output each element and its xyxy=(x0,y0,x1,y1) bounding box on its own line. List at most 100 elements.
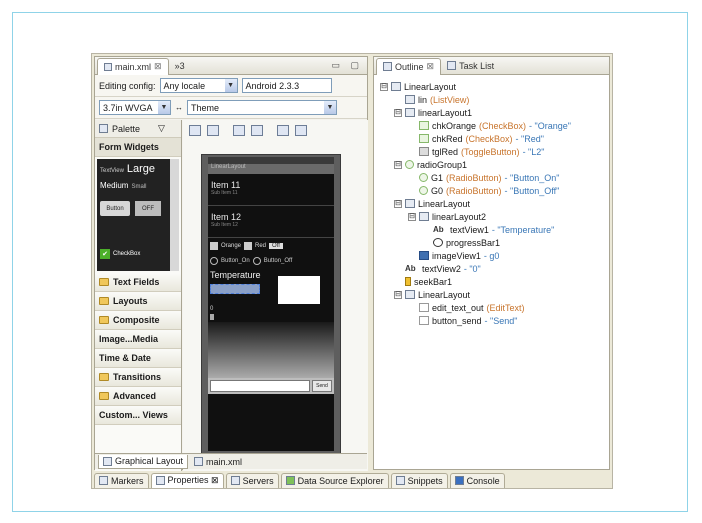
palette-section-advanced[interactable]: Advanced xyxy=(95,387,181,406)
servers-icon xyxy=(230,476,240,485)
tab-markers[interactable]: Markers xyxy=(94,472,149,488)
radio-button-off[interactable] xyxy=(252,257,261,265)
orientation-icon[interactable]: ↔ xyxy=(175,103,183,112)
outline-node[interactable]: tglRed (ToggleButton) - "L2" xyxy=(380,145,609,158)
node-name: edit_text_out xyxy=(432,302,484,313)
layout-toggle-icon[interactable] xyxy=(189,124,201,136)
tab-outline[interactable]: Outline ⊠ xyxy=(376,57,442,75)
edit-text-out[interactable] xyxy=(210,380,310,392)
api-level-field[interactable]: Android 2.3.3 xyxy=(241,78,332,93)
progress-bar[interactable] xyxy=(210,284,260,294)
close-icon[interactable]: ⊠ xyxy=(427,61,435,72)
medium-sample[interactable]: Medium xyxy=(100,181,128,190)
window-controls[interactable]: ▭ ▢ xyxy=(331,60,363,71)
node-name: radioGroup1 xyxy=(417,159,468,170)
small-sample[interactable]: Small xyxy=(131,184,146,190)
tab-console[interactable]: Console xyxy=(449,472,505,488)
palette-section-text-fields[interactable]: Text Fields xyxy=(95,273,181,292)
widget-icon xyxy=(419,134,429,143)
chevron-down-icon: ▼ xyxy=(158,101,170,114)
radio-button-on[interactable] xyxy=(210,257,218,265)
outline-node[interactable]: button_send - "Send" xyxy=(380,314,609,327)
tab-overflow[interactable]: »3 xyxy=(169,57,191,74)
layout-toggle-icon[interactable] xyxy=(207,124,219,136)
zoom-icon[interactable] xyxy=(295,124,307,136)
device-select[interactable]: 3.7in WVGA ▼ xyxy=(99,100,171,115)
close-icon[interactable]: ⊠ xyxy=(154,61,162,72)
collapse-toggle-icon[interactable]: ⊟ xyxy=(380,82,388,91)
tab-graphical-layout[interactable]: Graphical Layout xyxy=(98,454,189,469)
outline-node[interactable]: chkOrange (CheckBox) - "Orange" xyxy=(380,119,609,132)
list-item-title: Item 12 xyxy=(211,212,242,222)
view-tab-bar: Markers Properties ⊠ Servers Data Source… xyxy=(94,472,610,488)
fill-height-icon[interactable] xyxy=(251,124,263,136)
outline-node[interactable]: ⊟ linearLayout1 xyxy=(380,106,609,119)
outline-node[interactable]: G0 (RadioButton) - "Button_Off" xyxy=(380,184,609,197)
palette-section-layouts[interactable]: Layouts xyxy=(95,292,181,311)
send-row: Send xyxy=(208,378,334,394)
palette-scrollbar[interactable] xyxy=(170,159,179,271)
tab-servers[interactable]: Servers xyxy=(225,472,279,488)
toggle-sample[interactable]: OFF xyxy=(135,201,161,216)
section-label: Transitions xyxy=(113,372,162,382)
palette-section-transitions[interactable]: Transitions xyxy=(95,368,181,387)
large-sample[interactable]: Large xyxy=(127,163,155,175)
checkbox-red[interactable] xyxy=(244,242,253,250)
outline-node[interactable]: ⊟ LinearLayout xyxy=(380,288,609,301)
outline-node[interactable]: imageView1- g0 xyxy=(380,249,609,262)
palette-section-time-date[interactable]: Time & Date xyxy=(95,349,181,368)
collapse-toggle-icon[interactable]: ⊟ xyxy=(394,290,402,299)
collapse-toggle-icon[interactable]: ⊟ xyxy=(394,160,402,169)
tab-snippets[interactable]: Snippets xyxy=(390,472,448,488)
locale-select[interactable]: Any locale ▼ xyxy=(159,78,238,93)
canvas-toolbar xyxy=(183,120,368,140)
palette-section-images-media[interactable]: Image...Media xyxy=(95,330,181,349)
outline-node[interactable]: ⊟ LinearLayout xyxy=(380,80,609,93)
node-name: G1 xyxy=(431,172,444,183)
collapse-toggle-icon[interactable]: ⊟ xyxy=(394,199,402,208)
outline-node[interactable]: Ab textView2- "0" xyxy=(380,262,609,275)
device-preview[interactable]: LinearLayout Item 11 Sub Item 11 Item 12… xyxy=(201,154,341,454)
palette-section-custom-views[interactable]: Custom... Views xyxy=(95,406,181,425)
tab-task-list[interactable]: Task List xyxy=(441,57,500,74)
palette-section-composite[interactable]: Composite xyxy=(95,311,181,330)
widget-icon xyxy=(405,160,414,169)
outline-node[interactable]: progressBar1 xyxy=(380,236,609,249)
checkbox-orange[interactable] xyxy=(210,242,218,250)
list-item[interactable]: Item 12 Sub Item 12 xyxy=(208,206,334,238)
list-item[interactable]: Item 11 Sub Item 11 xyxy=(208,174,334,206)
palette-section-form-widgets[interactable]: Form Widgets xyxy=(95,138,181,157)
outline-node[interactable]: chkRed (CheckBox) - "Red" xyxy=(380,132,609,145)
outline-node[interactable]: seekBar1 xyxy=(380,275,609,288)
button-sample[interactable]: Button xyxy=(100,201,130,216)
tab-properties[interactable]: Properties ⊠ xyxy=(150,472,224,488)
tab-main-xml[interactable]: main.xml ⊠ xyxy=(97,57,169,75)
send-button[interactable]: Send xyxy=(312,380,332,392)
fill-width-icon[interactable] xyxy=(233,124,245,136)
image-view[interactable] xyxy=(278,276,320,304)
outline-node[interactable]: lin (ListView) xyxy=(380,93,609,106)
node-name: seekBar1 xyxy=(414,276,453,287)
section-label: Layouts xyxy=(113,296,148,306)
collapse-toggle-icon[interactable]: ⊟ xyxy=(394,108,402,117)
section-label: Text Fields xyxy=(113,277,160,287)
palette-header[interactable]: Palette ▽ xyxy=(95,120,181,138)
outline-node[interactable]: ⊟ LinearLayout xyxy=(380,197,609,210)
tab-data-source-explorer[interactable]: Data Source Explorer xyxy=(280,472,389,488)
outline-node[interactable]: edit_text_out (EditText) xyxy=(380,301,609,314)
grid-icon[interactable] xyxy=(277,124,289,136)
seek-bar[interactable] xyxy=(210,314,214,320)
outline-node[interactable]: ⊟ radioGroup1 xyxy=(380,158,609,171)
toggle-button[interactable]: Off xyxy=(269,243,283,249)
outline-pane: Outline ⊠ Task List ⊟ LinearLayout lin (Lis… xyxy=(373,56,610,470)
outline-node[interactable]: G1 (RadioButton) - "Button_On" xyxy=(380,171,609,184)
textview-sample[interactable]: TextView xyxy=(100,168,124,174)
tab-main-xml-source[interactable]: main.xml xyxy=(190,455,246,469)
collapse-toggle-icon[interactable]: ⊟ xyxy=(408,212,416,221)
outline-node[interactable]: Ab textView1- "Temperature" xyxy=(380,223,609,236)
chevron-down-icon[interactable]: ▽ xyxy=(158,123,165,134)
theme-select[interactable]: Theme ▼ xyxy=(187,100,337,115)
outline-node[interactable]: ⊟ linearLayout2 xyxy=(380,210,609,223)
layout-editor-pane: main.xml ⊠ »3 ▭ ▢ Editing config: Any lo… xyxy=(94,56,368,471)
checkbox-sample[interactable]: ✔ CheckBox xyxy=(100,249,140,259)
